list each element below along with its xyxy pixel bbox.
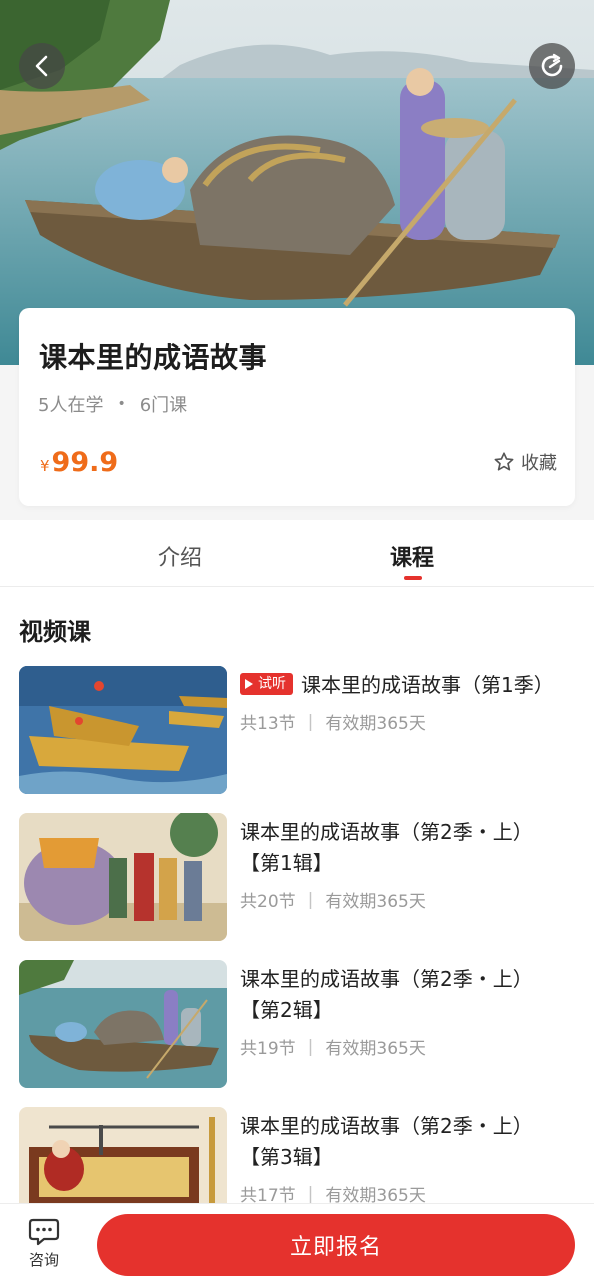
currency-symbol: ¥ xyxy=(40,457,50,475)
trial-badge: 试听 xyxy=(240,673,293,695)
course-item-title: 试听 课本里的成语故事（第1季） xyxy=(240,670,560,701)
enroll-button[interactable]: 立即报名 xyxy=(97,1214,575,1276)
price: ¥ 99.9 xyxy=(40,447,118,478)
course-item-meta: 共19节 | 有效期365天 xyxy=(240,1034,426,1060)
play-icon xyxy=(245,679,253,689)
course-item[interactable]: 课本里的成语故事（第2季・上）【第2辑】 共19节 | 有效期365天 xyxy=(19,960,575,1090)
price-value: 99.9 xyxy=(51,447,119,478)
chat-icon xyxy=(28,1218,60,1246)
favorite-label: 收藏 xyxy=(521,453,557,474)
course-item[interactable]: 课本里的成语故事（第2季・上）【第1辑】 共20节 | 有效期365天 xyxy=(19,813,575,943)
course-thumbnail xyxy=(19,813,227,941)
course-thumbnail xyxy=(19,960,227,1088)
meta-separator: | xyxy=(307,711,314,732)
course-item-title-text: 课本里的成语故事（第1季） xyxy=(301,673,554,697)
favorite-button[interactable]: 收藏 xyxy=(493,449,557,475)
meta-separator: • xyxy=(117,396,126,412)
course-title: 课本里的成语故事 xyxy=(39,341,268,374)
section-title: 视频课 xyxy=(19,618,91,646)
course-item[interactable]: 试听 课本里的成语故事（第1季） 共13节 | 有效期365天 xyxy=(19,666,575,796)
star-icon xyxy=(494,452,514,471)
validity: 有效期365天 xyxy=(325,1039,426,1059)
lesson-count: 共13节 xyxy=(240,714,296,734)
course-item-title: 课本里的成语故事（第2季・上）【第3辑】 xyxy=(240,1114,533,1169)
course-item-title: 课本里的成语故事（第2季・上）【第1辑】 xyxy=(240,820,533,875)
validity: 有效期365天 xyxy=(325,714,426,734)
tab-course[interactable]: 课程 xyxy=(390,540,434,572)
refresh-share-icon xyxy=(541,53,563,77)
meta-separator: | xyxy=(307,1183,314,1204)
lesson-count: 共19节 xyxy=(240,1039,296,1059)
course-item-title: 课本里的成语故事（第2季・上）【第2辑】 xyxy=(240,967,533,1022)
lesson-count: 6门课 xyxy=(139,395,188,416)
course-item-meta: 共13节 | 有效期365天 xyxy=(240,709,426,735)
share-button[interactable] xyxy=(529,43,575,89)
course-thumbnail xyxy=(19,666,227,794)
active-tab-indicator xyxy=(404,576,422,580)
tab-bar: 介绍 课程 xyxy=(0,520,594,587)
course-meta: 5人在学 • 6门课 xyxy=(38,391,187,417)
meta-separator: | xyxy=(307,889,314,910)
validity: 有效期365天 xyxy=(325,892,426,912)
meta-separator: | xyxy=(307,1036,314,1057)
trial-badge-label: 试听 xyxy=(258,675,286,692)
lesson-count: 共20节 xyxy=(240,892,296,912)
consult-label: 咨询 xyxy=(28,1251,59,1269)
learner-count: 5人在学 xyxy=(38,395,104,416)
back-button[interactable] xyxy=(19,43,65,89)
tab-intro[interactable]: 介绍 xyxy=(158,540,202,572)
chevron-left-icon xyxy=(35,55,48,77)
course-item-meta: 共20节 | 有效期365天 xyxy=(240,887,426,913)
consult-button[interactable]: 咨询 xyxy=(22,1217,66,1270)
course-info-card: 课本里的成语故事 5人在学 • 6门课 ¥ 99.9 收藏 xyxy=(19,308,575,506)
bottom-action-bar: 咨询 立即报名 xyxy=(0,1203,594,1281)
